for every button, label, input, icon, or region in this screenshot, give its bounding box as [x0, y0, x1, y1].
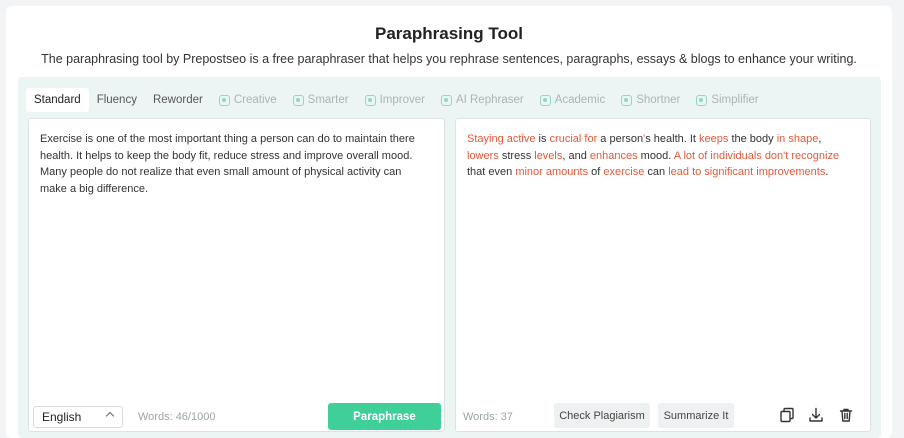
unchanged-phrase: a person: [597, 133, 644, 145]
unchanged-phrase: .: [825, 166, 829, 178]
unchanged-phrase: of: [588, 166, 604, 178]
input-word-count: Words: 46/1000: [138, 411, 216, 423]
tab-label: Smarter: [307, 94, 349, 106]
changed-phrase[interactable]: lead to significant improvements: [668, 166, 825, 178]
changed-phrase[interactable]: levels: [534, 150, 562, 162]
tab-label: Academic: [554, 94, 606, 106]
tab-label: Shortner: [636, 94, 681, 106]
page-subtitle: The paraphrasing tool by Prepostseo is a…: [41, 52, 857, 66]
changed-phrase[interactable]: enhances: [590, 150, 638, 162]
tab-shortner[interactable]: Shortner: [613, 88, 688, 112]
output-text: Staying active is crucial for a person's…: [467, 131, 856, 181]
page-title: Paraphrasing Tool: [375, 24, 523, 43]
changed-phrase[interactable]: lowers: [467, 150, 499, 162]
input-text[interactable]: Exercise is one of the most important th…: [40, 131, 430, 197]
tab-standard[interactable]: Standard: [26, 88, 89, 112]
tab-ai-rephraser[interactable]: AI Rephraser: [433, 88, 532, 112]
tab-smarter[interactable]: Smarter: [285, 88, 357, 112]
tool-panel: Standard Fluency Reworder Creative Smarter Im…: [18, 77, 881, 438]
summarize-button[interactable]: Summarize It: [658, 403, 734, 428]
unchanged-phrase: mood.: [637, 149, 674, 162]
changed-phrase[interactable]: in shape: [777, 133, 819, 145]
premium-mode-icon: [218, 94, 230, 106]
chevron-up-icon: [105, 411, 115, 421]
changed-phrase[interactable]: exercise: [603, 166, 644, 178]
paraphrase-button[interactable]: Paraphrase: [328, 403, 441, 430]
tab-improver[interactable]: Improver: [357, 88, 433, 112]
output-word-count: Words: 37: [463, 411, 513, 423]
language-value: English: [42, 410, 82, 424]
tab-label: AI Rephraser: [455, 94, 524, 106]
output-box: Staying active is crucial for a person's…: [455, 118, 871, 432]
unchanged-phrase: the body: [728, 133, 777, 145]
paraphraser-card: Paraphrasing Tool The paraphrasing tool …: [6, 6, 892, 438]
tab-reworder[interactable]: Reworder: [145, 88, 211, 112]
download-icon[interactable]: [807, 405, 825, 425]
tab-label: Reworder: [152, 94, 203, 106]
mode-tabs: Standard Fluency Reworder Creative Smarter Im…: [26, 87, 767, 113]
unchanged-phrase: , and: [562, 149, 590, 162]
premium-mode-icon: [696, 94, 708, 106]
premium-mode-icon: [621, 94, 633, 106]
tab-simplifier[interactable]: Simplifier: [688, 88, 766, 112]
tab-label: Improver: [379, 94, 425, 106]
input-box[interactable]: Exercise is one of the most important th…: [28, 118, 445, 432]
changed-phrase[interactable]: Staying active: [467, 133, 535, 145]
tab-label: Simplifier: [711, 94, 759, 106]
premium-mode-icon: [292, 94, 304, 106]
tab-academic[interactable]: Academic: [532, 88, 614, 112]
unchanged-phrase: stress: [498, 149, 535, 162]
tab-label: Creative: [233, 94, 277, 106]
unchanged-phrase: s health. It: [645, 133, 700, 145]
tab-label: Fluency: [96, 94, 137, 106]
premium-mode-icon: [440, 94, 452, 106]
tab-creative[interactable]: Creative: [211, 88, 285, 112]
trash-icon[interactable]: [837, 405, 855, 425]
changed-phrase[interactable]: minor amounts: [515, 166, 588, 178]
tab-label: Standard: [34, 94, 81, 106]
language-select[interactable]: English: [33, 406, 123, 428]
unchanged-phrase: ,: [818, 133, 822, 145]
changed-phrase[interactable]: keeps: [699, 133, 728, 145]
unchanged-phrase: can: [644, 166, 669, 178]
copy-icon[interactable]: [778, 405, 796, 425]
check-plagiarism-button[interactable]: Check Plagiarism: [554, 403, 650, 428]
premium-mode-icon: [364, 94, 376, 106]
unchanged-phrase: is: [535, 133, 550, 145]
unchanged-phrase: that even: [467, 166, 516, 178]
changed-phrase[interactable]: crucial for: [550, 133, 598, 145]
premium-mode-icon: [539, 94, 551, 106]
changed-phrase[interactable]: A lot of individuals don't recognize: [674, 150, 839, 162]
tab-fluency[interactable]: Fluency: [89, 88, 145, 112]
